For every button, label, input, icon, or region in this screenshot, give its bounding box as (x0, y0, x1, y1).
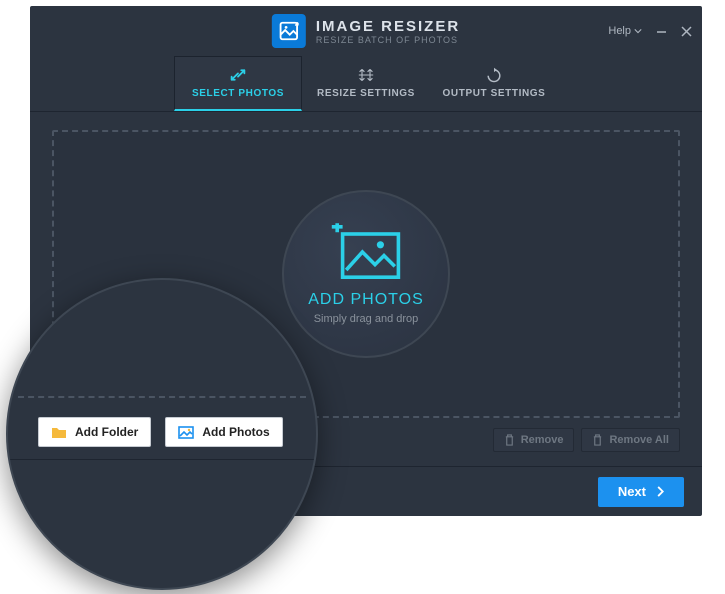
button-label: Add Photos (202, 425, 269, 439)
minimize-icon (656, 26, 667, 37)
tab-label: RESIZE SETTINGS (317, 88, 415, 99)
next-button[interactable]: Next (598, 477, 684, 507)
titlebar: IMAGE RESIZER RESIZE BATCH OF PHOTOS Hel… (30, 6, 702, 56)
add-photos-title: ADD PHOTOS (308, 291, 424, 309)
magnified-add-folder-button[interactable]: Add Folder (38, 417, 151, 447)
help-menu[interactable]: Help (608, 25, 642, 37)
app-subtitle: RESIZE BATCH OF PHOTOS (316, 35, 460, 45)
help-label: Help (608, 25, 631, 37)
magnified-add-photos-button[interactable]: Add Photos (165, 417, 282, 447)
title-block: IMAGE RESIZER RESIZE BATCH OF PHOTOS (272, 14, 460, 48)
remove-all-button[interactable]: Remove All (581, 428, 680, 452)
trash-icon (592, 434, 603, 446)
close-icon (681, 26, 692, 37)
button-label: Next (618, 484, 646, 499)
tab-output-settings[interactable]: OUTPUT SETTINGS (430, 56, 558, 111)
tab-label: OUTPUT SETTINGS (443, 88, 546, 99)
folder-icon (51, 426, 67, 439)
tab-select-photos[interactable]: SELECT PHOTOS (174, 56, 302, 111)
refresh-icon (485, 67, 503, 83)
dropzone-border-fragment (18, 396, 306, 398)
minimize-button[interactable] (656, 26, 667, 37)
add-photos-circle[interactable]: ADD PHOTOS Simply drag and drop (282, 190, 450, 358)
tab-bar: SELECT PHOTOS RESIZE SETTINGS OUTPUT SET… (30, 56, 702, 112)
add-image-icon (330, 223, 402, 281)
resize-icon (356, 67, 376, 83)
window-controls: Help (608, 25, 692, 37)
app-logo-icon (272, 14, 306, 48)
picture-icon (178, 426, 194, 439)
tab-label: SELECT PHOTOS (192, 88, 284, 99)
chevron-down-icon (634, 27, 642, 35)
divider-fragment (10, 459, 314, 460)
button-label: Remove (521, 434, 564, 446)
add-photos-subtitle: Simply drag and drop (314, 313, 419, 325)
chevron-right-icon (656, 486, 664, 497)
tab-resize-settings[interactable]: RESIZE SETTINGS (302, 56, 430, 111)
button-label: Remove All (609, 434, 669, 446)
magnifier-overlay: Add Folder Add Photos (6, 278, 318, 590)
remove-button[interactable]: Remove (493, 428, 575, 452)
expand-arrows-icon (228, 67, 248, 83)
close-button[interactable] (681, 26, 692, 37)
app-title: IMAGE RESIZER (316, 18, 460, 35)
trash-icon (504, 434, 515, 446)
button-label: Add Folder (75, 425, 138, 439)
